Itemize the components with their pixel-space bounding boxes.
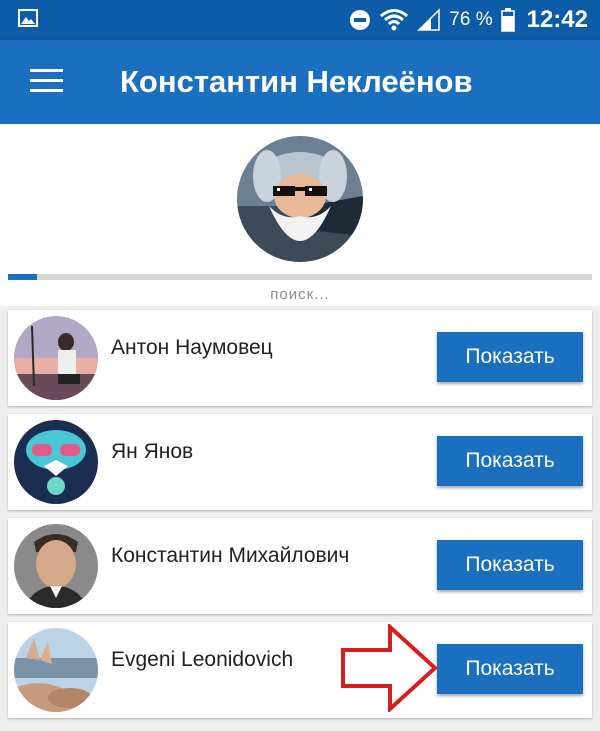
battery-percent: 76 % [449, 9, 493, 30]
show-button[interactable]: Показать [437, 436, 583, 486]
contact-name: Антон Наумовец [111, 336, 273, 359]
profile-card: поиск... [0, 124, 600, 306]
loading-progress-bar [8, 274, 592, 280]
avatar[interactable] [14, 316, 98, 400]
show-button[interactable]: Показать [437, 540, 583, 590]
contact-name: Константин Михайлович [111, 544, 350, 567]
profile-avatar[interactable] [237, 136, 363, 262]
search-status-label: поиск... [270, 286, 330, 303]
list-item: Константин Михайлович Показать [8, 518, 592, 614]
contact-name: Ян Янов [111, 440, 194, 463]
status-icons: 76 % 12:42 [349, 0, 588, 40]
avatar[interactable] [14, 628, 98, 712]
clock: 12:42 [526, 6, 588, 33]
app-bar: Константин Неклеёнов [0, 40, 600, 124]
list-item: Evgeni Leonidovich Показать [8, 622, 592, 718]
list-item: Ян Янов Показать [8, 414, 592, 510]
signal-icon [417, 8, 441, 31]
list-item: Антон Наумовец Показать [8, 310, 592, 406]
show-button[interactable]: Показать [437, 332, 583, 382]
avatar[interactable] [14, 420, 98, 504]
wifi-icon [380, 9, 409, 31]
hamburger-menu-icon[interactable] [30, 69, 63, 93]
battery-icon [500, 8, 515, 32]
page-title: Константин Неклеёнов [120, 64, 473, 99]
show-button[interactable]: Показать [437, 644, 583, 694]
contact-list: Антон Наумовец Показать Ян Янов Показать [8, 310, 592, 726]
avatar[interactable] [14, 524, 98, 608]
contact-name: Evgeni Leonidovich [111, 648, 294, 671]
gallery-icon [18, 9, 38, 27]
arrow-right-icon [341, 624, 438, 712]
status-bar: 76 % 12:42 [0, 0, 600, 40]
progress-fill [8, 274, 38, 280]
do-not-disturb-icon [350, 10, 371, 30]
